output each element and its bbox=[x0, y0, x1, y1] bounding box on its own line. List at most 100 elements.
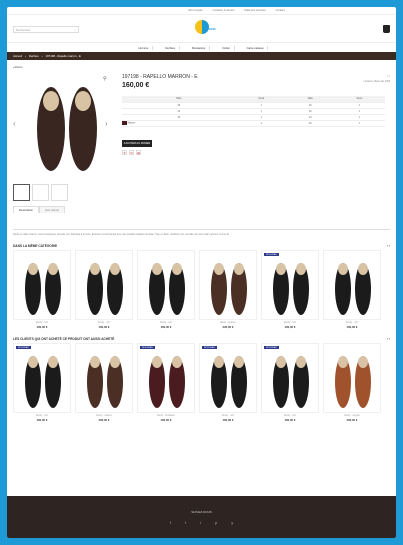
topbar: Mon compte Livraison & retours Paiement … bbox=[7, 7, 396, 15]
product-name[interactable]: Derby - noir bbox=[323, 322, 381, 324]
product-name[interactable]: Derby - noir bbox=[261, 415, 319, 417]
product-name[interactable]: Derby - noir bbox=[199, 415, 257, 417]
cart-icon[interactable] bbox=[383, 25, 390, 33]
product-name[interactable]: Derby - noir bbox=[137, 322, 195, 324]
product-card[interactable]: Derby - marron 160,00 € bbox=[75, 343, 133, 422]
carousel-arrows-icon[interactable]: ‹ › bbox=[387, 337, 390, 341]
product-image[interactable]: NOUVEAU bbox=[137, 343, 195, 414]
share-icons[interactable]: f t bbox=[387, 74, 390, 78]
shoe-image bbox=[335, 356, 371, 409]
product-image[interactable] bbox=[137, 250, 195, 321]
search-input[interactable]: Rechercher ⌕ bbox=[13, 26, 79, 33]
product-card[interactable]: NOUVEAU Derby - noir 160,00 € bbox=[13, 343, 71, 422]
shoe-image bbox=[211, 356, 247, 409]
thumbnail[interactable] bbox=[51, 184, 68, 201]
product-image[interactable] bbox=[75, 343, 133, 414]
youtube-icon[interactable]: y bbox=[231, 520, 233, 525]
product-image[interactable] bbox=[13, 250, 71, 321]
product-price: 160,00 € bbox=[122, 82, 150, 89]
menu-item[interactable]: Derbies bbox=[161, 45, 180, 50]
product-name[interactable]: Derby - marron bbox=[75, 415, 133, 417]
product-image[interactable] bbox=[199, 250, 257, 321]
header: Rechercher ⌕ BASS bbox=[7, 15, 396, 43]
product-price: 160,00 € bbox=[98, 418, 110, 423]
product-card[interactable]: Derby - noir 160,00 € bbox=[323, 250, 381, 329]
search-icon[interactable]: ⌕ bbox=[74, 28, 76, 32]
add-to-cart-button[interactable]: AJOUTER AU PANIER bbox=[122, 140, 152, 147]
product-card[interactable]: NOUVEAU Derby - noir 160,00 € bbox=[261, 343, 319, 422]
product-tabs: Description Avis clients bbox=[13, 206, 65, 213]
social-buttons: ♥ ✉ ▤ bbox=[122, 150, 141, 155]
shoe-image bbox=[335, 263, 371, 316]
zoom-icon[interactable]: ⚲ bbox=[103, 76, 107, 82]
shoe-image bbox=[87, 356, 123, 409]
footer-social: f t i p y bbox=[7, 520, 396, 525]
next-image-icon[interactable]: › bbox=[105, 119, 108, 128]
product-image[interactable]: NOUVEAU bbox=[261, 250, 319, 321]
menu-item[interactable]: Outlet bbox=[218, 45, 235, 50]
product-card[interactable]: Derby - noir 160,00 € bbox=[13, 250, 71, 329]
color-swatch[interactable] bbox=[122, 121, 127, 125]
product-image[interactable] bbox=[323, 343, 381, 414]
product-image[interactable]: NOUVEAU bbox=[261, 343, 319, 414]
product-card[interactable]: Derby - noir 160,00 € bbox=[137, 250, 195, 329]
new-badge: NOUVEAU bbox=[264, 346, 279, 350]
product-card[interactable]: NOUVEAU Derby - noir 160,00 € bbox=[199, 343, 257, 422]
product-image[interactable]: NOUVEAU bbox=[199, 343, 257, 414]
heart-icon[interactable]: ♥ bbox=[122, 150, 127, 155]
new-badge: NOUVEAU bbox=[264, 253, 279, 257]
product-price: 160,00 € bbox=[160, 325, 172, 330]
search-placeholder: Rechercher bbox=[16, 27, 31, 32]
tab-reviews[interactable]: Avis clients bbox=[39, 206, 65, 213]
product-price: 160,00 € bbox=[36, 325, 48, 330]
logo[interactable] bbox=[194, 19, 210, 35]
mail-icon[interactable]: ✉ bbox=[129, 150, 134, 155]
logo-text: BASS bbox=[209, 28, 216, 31]
breadcrumb-item[interactable]: Derbies bbox=[29, 54, 39, 58]
product-main-image[interactable] bbox=[21, 79, 113, 179]
thumbnail[interactable] bbox=[32, 184, 49, 201]
product-name[interactable]: Boots - marron bbox=[199, 322, 257, 324]
topbar-link[interactable]: Mon compte bbox=[188, 9, 202, 12]
menu-item[interactable]: Mocassins bbox=[188, 45, 211, 50]
product-name[interactable]: Derby - cognac bbox=[323, 415, 381, 417]
topbar-link[interactable]: Contact bbox=[276, 9, 285, 12]
pinterest-icon[interactable]: p bbox=[215, 520, 217, 525]
product-image[interactable] bbox=[75, 250, 133, 321]
product-card[interactable]: Derby - cognac 160,00 € bbox=[323, 343, 381, 422]
facebook-icon[interactable]: f bbox=[170, 520, 171, 525]
product-name[interactable]: Derby - noir bbox=[13, 415, 71, 417]
product-card[interactable]: Boots - marron 220,00 € bbox=[199, 250, 257, 329]
tab-description[interactable]: Description bbox=[13, 206, 39, 213]
product-card[interactable]: NOUVEAU Derby - bordeaux 160,00 € bbox=[137, 343, 195, 422]
thumbnail[interactable] bbox=[13, 184, 30, 201]
prev-image-icon[interactable]: ‹ bbox=[13, 119, 16, 128]
carousel-arrows-icon[interactable]: ‹ › bbox=[387, 244, 390, 248]
twitter-icon[interactable]: t bbox=[185, 520, 186, 525]
product-card[interactable]: NOUVEAU Derby - noir 160,00 € bbox=[261, 250, 319, 329]
product-price: 160,00 € bbox=[36, 418, 48, 423]
breadcrumb-item[interactable]: Accueil bbox=[13, 54, 22, 58]
instagram-icon[interactable]: i bbox=[200, 520, 201, 525]
shoe-image bbox=[25, 263, 61, 316]
table-row[interactable]: Marron 1 46 1 bbox=[122, 120, 385, 127]
product-name[interactable]: Derby - noir bbox=[13, 322, 71, 324]
new-badge: NOUVEAU bbox=[16, 346, 31, 350]
thumbnail-strip bbox=[13, 184, 68, 201]
product-name[interactable]: Derby - bordeaux bbox=[137, 415, 195, 417]
product-image[interactable]: NOUVEAU bbox=[13, 343, 71, 414]
shoe-image bbox=[273, 356, 309, 409]
menu-item[interactable]: Carte cadeau bbox=[243, 45, 269, 50]
print-icon[interactable]: ▤ bbox=[136, 150, 141, 155]
product-price: 160,00 € bbox=[222, 418, 234, 423]
product-description: Derby en daim marron, cousu Goodyear, se… bbox=[13, 229, 390, 236]
topbar-link[interactable]: Livraison & retours bbox=[213, 9, 235, 12]
product-price: 220,00 € bbox=[222, 325, 234, 330]
product-card[interactable]: Derby - noir 160,00 € bbox=[75, 250, 133, 329]
topbar-link[interactable]: Paiement sécurisé bbox=[244, 9, 265, 12]
shipping-info: Livraison offerte dès 100€ bbox=[363, 81, 390, 83]
product-image[interactable] bbox=[323, 250, 381, 321]
product-name[interactable]: Derby - noir bbox=[75, 322, 133, 324]
menu-item[interactable]: Homme bbox=[135, 45, 154, 50]
product-name[interactable]: Derby - noir bbox=[261, 322, 319, 324]
